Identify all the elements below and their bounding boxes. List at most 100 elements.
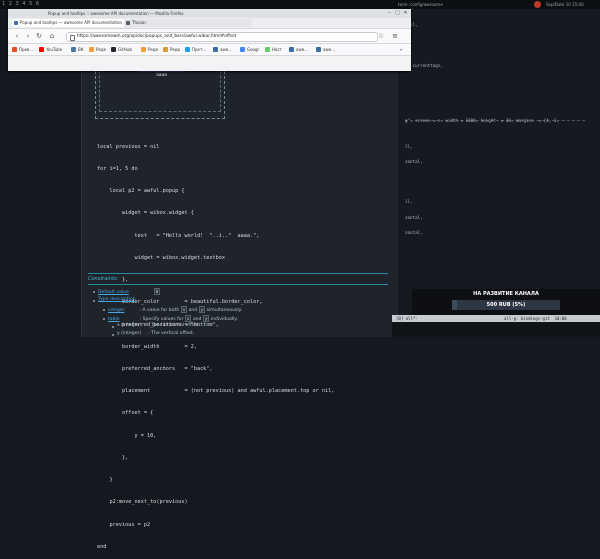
tab-docs[interactable]: Popup and tooltips — awesome API documen… [12,19,130,27]
type-row-table: table : Specify values for x and y indiv… [108,315,238,322]
code-line: placement = (not previous) and awful.pla… [97,388,335,395]
bookmark-label: Hacт [272,47,282,52]
bookmark-favicon-icon [163,47,168,52]
type-row-integer: integer : A value for both x and y simul… [108,306,242,313]
type-desc: : Specify values for [139,317,185,322]
donation-goal-overlay: НА РАЗВИТИЕ КАНАЛА 500 RUB (5%) [412,289,600,315]
bookmark-star-icon[interactable]: ☆ [376,31,386,41]
code-line: }, [97,454,129,461]
list-bullet [103,318,105,320]
bookmark-label: Прев... [19,47,34,52]
section-divider [88,273,388,274]
bookmark-item[interactable]: awe... [316,45,335,54]
terminal-line: ll, [405,199,413,204]
type-y-name: y (integer) [117,331,142,336]
bookmark-item[interactable]: YouTube [39,45,62,54]
bookmark-favicon-icon [111,47,116,52]
terminal-editor[interactable]: _all, or.currenttags, g", screen = s, wi… [392,9,600,315]
focused-window-title: term: config/awesome [398,2,443,7]
donation-progress-bar: 500 RUB (5%) [452,300,560,310]
tab-favicon-icon [126,21,130,25]
code-line: text = "Hello world! "..i.." aaaa.", [97,232,260,239]
bookmark-item[interactable]: GitHub [111,45,132,54]
constraints-heading: Constraints: [88,276,119,282]
bookmark-favicon-icon [240,47,245,52]
tab-thunar[interactable]: Thunar [124,19,252,27]
terminal-line: zontal, [405,215,423,220]
code-line: y = 10, [97,432,157,439]
list-bullet [103,309,105,311]
record-indicator-icon [534,1,541,8]
bookmark-item[interactable]: Hacт [265,45,282,54]
back-icon[interactable]: ‹ [12,31,22,41]
bookmark-favicon-icon [289,47,294,52]
type-description-row: Type description [98,297,136,302]
bookmark-item[interactable]: awe... [289,45,308,54]
default-value-link[interactable]: Default value [98,290,129,295]
bookmark-label: ВК [78,47,84,52]
code-line: widget = wibox.widget { [97,210,194,217]
type-description-link[interactable]: Type description [98,297,136,302]
lock-icon [70,35,75,41]
terminal-line: ll, [405,144,413,149]
close-icon[interactable]: ✕ [402,10,409,17]
wm-top-bar: 1 2 3 4 5 6 term: config/awesome Sep/Dat… [0,0,600,9]
url-text: https://awesomewm.org/apidoc/popups_and_… [77,34,237,39]
bookmark-favicon-icon [316,47,321,52]
bookmark-item[interactable]: Редо [163,45,180,54]
type-desc: individually. [209,317,238,322]
donation-goal-title: НА РАЗВИТИЕ КАНАЛА [473,291,539,297]
bookmark-favicon-icon [89,47,94,52]
code-line: for i=1, 5 do [97,166,138,173]
browser-window-title: Popup and tooltips :: awesome API docume… [48,11,184,16]
workspace-tags[interactable]: 1 2 3 4 5 6 [2,0,40,9]
bookmark-label: Реде [96,47,107,52]
bookmark-favicon-icon [185,47,190,52]
reload-icon[interactable]: ↻ [34,31,44,41]
bookmark-label: Googl [247,47,259,52]
code-example: local previous = nil for i=1, 5 do local… [97,129,334,559]
menu-icon[interactable]: ≡ [390,31,400,41]
bookmark-label: awe... [296,47,308,52]
tab-label: Popup and tooltips — awesome API documen… [20,20,123,25]
bookmark-item[interactable]: Прет... [185,45,206,54]
forward-icon[interactable]: › [23,31,33,41]
type-desc: : The horizontal offset. [148,323,200,328]
type-desc: : A value for both [139,308,181,313]
bookmark-item[interactable]: Реде [89,45,106,54]
bookmark-favicon-icon [141,47,146,52]
browser-window: Popup and tooltips :: awesome API docume… [8,9,411,71]
terminal-line: zontal, [405,230,423,235]
bookmark-label: Редо [170,47,181,52]
code-line: local previous = nil [97,143,160,150]
bookmark-favicon-icon [39,47,44,52]
home-icon[interactable]: ⌂ [47,31,57,41]
type-integer-link[interactable]: integer [108,308,124,313]
type-desc: and [187,308,199,313]
maximize-icon[interactable]: □ [394,10,401,17]
bookmark-item[interactable]: ВК [71,45,84,54]
bookmark-item[interactable]: Googl [240,45,259,54]
minimize-icon[interactable]: – [386,10,393,17]
url-bar[interactable]: https://awesomewm.org/apidoc/popups_and_… [66,32,378,42]
bookmark-label: Реде [148,47,159,52]
status-left: [0] all*- [396,316,418,321]
tmux-status-bar: [0] all*- all-g: bindings-git 10:00 [392,315,600,322]
bookmark-favicon-icon [71,47,76,52]
list-bullet [93,291,95,293]
bookmark-item[interactable]: awe... [213,45,232,54]
type-table-link[interactable]: table [108,317,120,322]
terminal-line: zontal, [405,159,423,164]
code-line: previous = p2 [97,521,151,528]
status-right: all-g: bindings-git 10:00 [504,316,567,321]
code-line: local p2 = awful.popup { [97,188,185,195]
tab-favicon-icon [14,21,18,25]
list-bullet [112,326,114,328]
clock: Sep/Date 10 15:00 [546,2,584,7]
bookmark-item[interactable]: Прев... [12,45,33,54]
code-line: } [97,477,113,484]
default-value-row: Default value 0 [98,288,161,295]
bookmarks-overflow-icon[interactable]: » [400,45,402,54]
bookmark-item[interactable]: Реде [141,45,158,54]
list-bullet [112,334,114,336]
